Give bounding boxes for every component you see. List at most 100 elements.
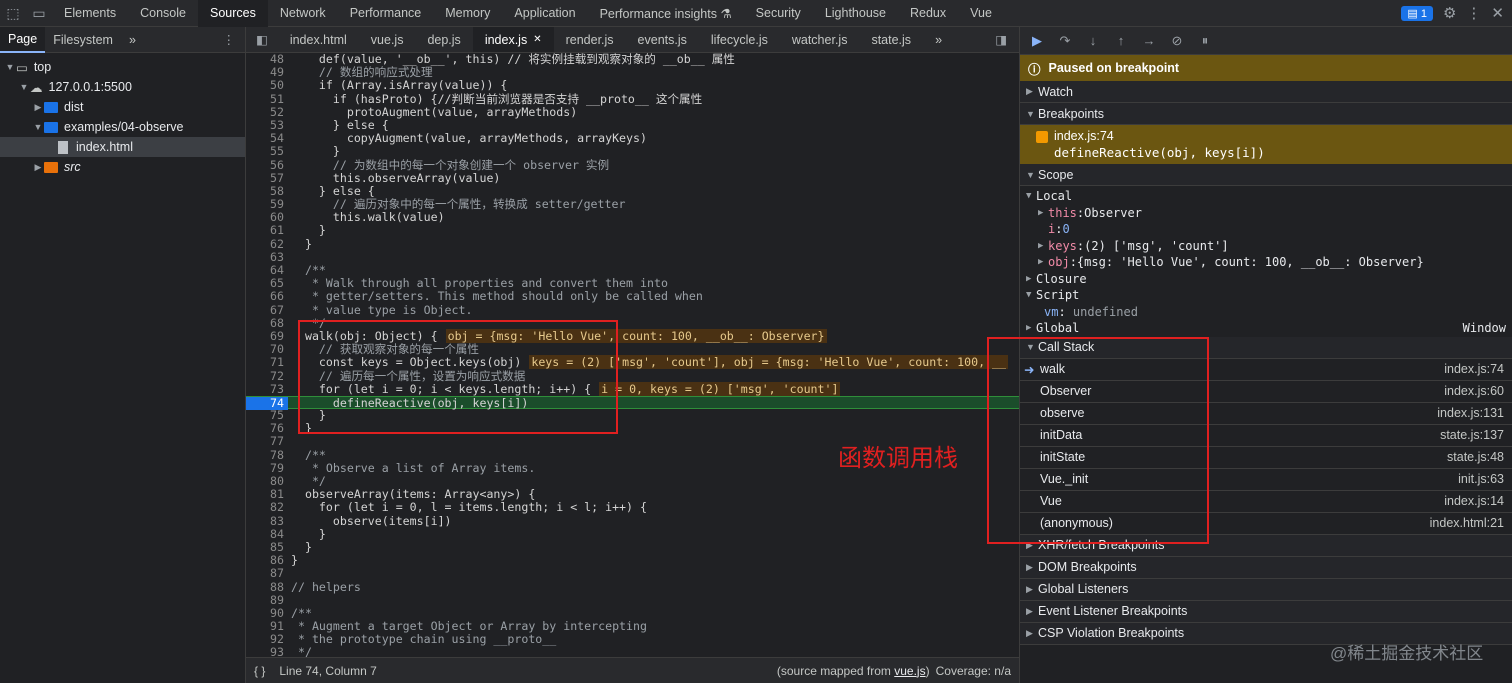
scope-var[interactable]: ▶ this: Observer [1026,205,1512,222]
resume-icon[interactable]: ▶ [1028,33,1046,49]
tab-redux[interactable]: Redux [898,0,958,27]
frame-location[interactable]: state.js:48 [1447,450,1504,464]
tab-network[interactable]: Network [268,0,338,27]
more-files-chevron-icon[interactable]: » [923,27,954,52]
tab-vue[interactable]: Vue [958,0,1004,27]
file-tab[interactable]: state.js [859,27,923,52]
step-icon[interactable]: → [1140,33,1158,48]
tab-page[interactable]: Page [0,26,46,53]
scope-closure[interactable]: ▶ Closure [1026,271,1512,288]
breakpoint-checkbox[interactable] [1036,130,1048,143]
settings-gear-icon[interactable]: ⚙ [1443,4,1456,22]
frame-location[interactable]: index.js:14 [1444,494,1504,508]
frame-location[interactable]: init.js:63 [1458,472,1504,486]
pretty-print-button[interactable]: { } [254,664,265,678]
tab-console[interactable]: Console [128,0,198,27]
tab-elements[interactable]: Elements [52,0,128,27]
file-tab[interactable]: events.js [626,27,699,52]
line-number[interactable]: 66 [246,290,284,303]
device-toolbar-icon[interactable]: ▭ [26,0,52,27]
file-tab[interactable]: vue.js [359,27,416,52]
source-map-link[interactable]: vue.js [894,664,925,678]
section-watch[interactable]: ▶ Watch [1020,81,1512,103]
issues-badge[interactable]: ▤ 1 [1401,5,1433,21]
scope-var-vm[interactable]: vm: undefined [1026,304,1512,321]
scope-var[interactable]: ▶ obj: {msg: 'Hello Vue', count: 100, __o… [1026,254,1512,271]
tree-item[interactable]: ▶ dist [0,97,245,117]
tab-memory[interactable]: Memory [433,0,502,27]
line-number[interactable]: 61 [246,224,284,237]
tree-item[interactable]: ▶ src [0,157,245,177]
file-tab[interactable]: watcher.js [780,27,860,52]
tab-sources[interactable]: Sources [197,0,268,27]
file-tab[interactable]: index.js ✕ [472,27,554,52]
breakpoint-item[interactable]: index.js:74 defineReactive(obj, keys[i]) [1020,125,1512,164]
line-number[interactable]: 55 [246,145,284,158]
deactivate-breakpoints-icon[interactable]: ⊘ [1168,33,1186,49]
more-tabs-chevron-icon[interactable]: » [121,27,144,53]
line-number[interactable]: 57 [246,171,284,185]
step-over-icon[interactable]: ↷ [1056,33,1074,49]
collapsed-section[interactable]: ▶ Event Listener Breakpoints [1020,600,1512,623]
line-number[interactable]: 56 [246,158,284,172]
line-number[interactable]: 87 [246,567,284,580]
tab-lighthouse[interactable]: Lighthouse [813,0,898,27]
frame-location[interactable]: index.js:74 [1444,362,1504,376]
step-out-icon[interactable]: ↑ [1112,33,1130,48]
frame-location[interactable]: index.html:21 [1430,516,1504,530]
collapsed-section[interactable]: ▶ Global Listeners [1020,578,1512,601]
scope-script[interactable]: ▼ Script [1026,287,1512,304]
scope-local[interactable]: ▼ Local [1026,188,1512,205]
section-scope[interactable]: ▼ Scope [1020,164,1512,186]
var-value: Observer [1084,205,1142,220]
line-number[interactable]: 51 [246,92,284,106]
line-number[interactable]: 50 [246,79,284,92]
line-number[interactable]: 52 [246,105,284,119]
line-number[interactable]: 78 [246,448,284,462]
line-number[interactable]: 73 [246,382,284,396]
scope-var[interactable]: i: 0 [1026,221,1512,238]
more-options-icon[interactable]: ⋮ [1466,4,1481,22]
inspect-element-icon[interactable]: ⬚ [0,0,26,27]
tree-item[interactable]: ▼ ▭ top [0,57,245,77]
line-number[interactable]: 83 [246,514,284,528]
navigator-menu-icon[interactable]: ⋮ [223,32,246,47]
file-tab-label: dep.js [427,32,461,47]
section-breakpoints[interactable]: ▼ Breakpoints [1020,103,1512,125]
line-number[interactable]: 62 [246,237,284,251]
tab-performance[interactable]: Performance [338,0,434,27]
collapsed-section[interactable]: ▶ DOM Breakpoints [1020,556,1512,579]
file-tab[interactable]: index.html [278,27,359,52]
line-number[interactable]: 72 [246,369,284,383]
close-tab-icon[interactable]: ✕ [533,34,541,45]
line-number[interactable]: 77 [246,435,284,448]
tab-application[interactable]: Application [502,0,587,27]
tab-filesystem[interactable]: Filesystem [45,27,121,53]
line-number[interactable]: 67 [246,303,284,317]
file-tab[interactable]: lifecycle.js [699,27,780,52]
tab-security[interactable]: Security [744,0,813,27]
toggle-debugger-icon[interactable]: ◨ [983,27,1019,52]
toggle-navigator-icon[interactable]: ◧ [246,27,278,52]
scope-var[interactable]: ▶ keys: (2) ['msg', 'count'] [1026,238,1512,255]
line-number[interactable]: 68 [246,316,284,330]
line-number[interactable]: 82 [246,501,284,514]
pause-on-exceptions-icon[interactable]: ⏸ [1196,33,1214,49]
close-icon[interactable]: ✕ [1491,4,1504,22]
file-tab[interactable]: dep.js [415,27,472,52]
line-number[interactable]: 89 [246,593,284,607]
frame-location[interactable]: state.js:137 [1440,428,1504,442]
line-number[interactable]: 84 [246,527,284,541]
scope-global[interactable]: ▶ Global Window [1026,320,1512,337]
line-number[interactable]: 88 [246,580,284,594]
tab-performance-insights[interactable]: Performance insights ⚗ [588,0,744,27]
step-into-icon[interactable]: ↓ [1084,33,1102,48]
tree-item[interactable]: index.html [0,137,245,157]
tree-item[interactable]: ▼ ☁ 127.0.0.1:5500 [0,77,245,97]
tree-item[interactable]: ▼ examples/04-observe [0,117,245,137]
line-number[interactable]: 71 [246,356,284,369]
frame-location[interactable]: index.js:131 [1437,406,1504,420]
file-tab[interactable]: render.js [554,27,626,52]
frame-location[interactable]: index.js:60 [1444,384,1504,398]
code-source: * Augment a target Object or Array by in… [291,619,647,634]
